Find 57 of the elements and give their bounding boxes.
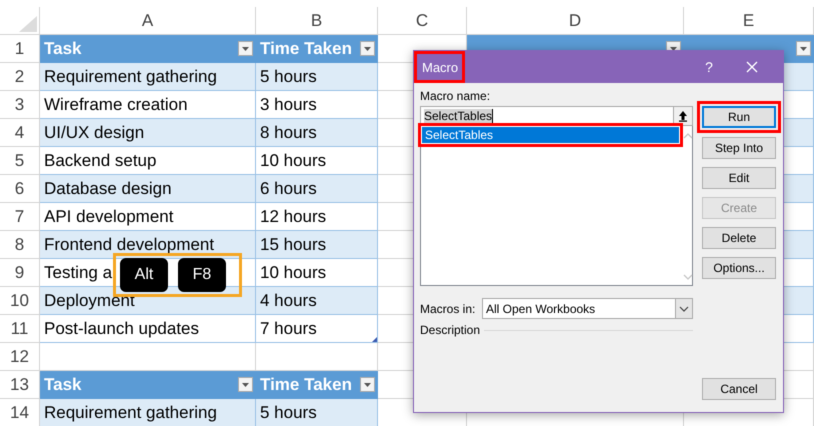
cancel-button[interactable]: Cancel: [702, 378, 776, 400]
cell-text: 3 hours: [260, 96, 317, 114]
scroll-down-icon: [683, 273, 693, 281]
header-label: Task: [44, 40, 82, 58]
cell-text: Database design: [44, 180, 172, 198]
cell-text: Frontend development: [44, 236, 214, 254]
section-label: Description: [420, 323, 480, 337]
column-header[interactable]: E: [684, 7, 814, 35]
cell-text: 8 hours: [260, 124, 317, 142]
column-header[interactable]: B: [256, 7, 378, 35]
move-up-button[interactable]: [673, 106, 693, 126]
cell-text: 10 hours: [260, 152, 326, 170]
header-label: Time Taken: [260, 376, 352, 394]
filter-dropdown-icon[interactable]: [360, 41, 375, 56]
cell-text: 7 hours: [260, 320, 317, 338]
cell-text: 12 hours: [260, 208, 326, 226]
arrow-up-icon: [678, 110, 688, 122]
cell-text: 15 hours: [260, 236, 326, 254]
filter-dropdown-icon[interactable]: [238, 377, 253, 392]
dialog-button[interactable]: Edit: [702, 167, 776, 189]
keycap: Alt: [120, 258, 168, 292]
cell-text: 5 hours: [260, 404, 317, 422]
cell-text: UI/UX design: [44, 124, 144, 142]
cell-text: 5 hours: [260, 68, 317, 86]
scroll-up-icon: [683, 132, 693, 140]
dialog-button[interactable]: Delete: [702, 227, 776, 249]
header-label: Time Taken: [260, 40, 352, 58]
cell-text: 4 hours: [260, 292, 317, 310]
filter-dropdown-icon[interactable]: [360, 377, 375, 392]
field-label: Macro name:: [420, 89, 492, 103]
chevron-down-icon: [679, 306, 689, 312]
dialog-title: Macro: [422, 60, 458, 74]
dialog-button[interactable]: Options...: [702, 257, 776, 279]
dialog-button[interactable]: Run: [702, 106, 776, 128]
keycap: F8: [178, 258, 226, 292]
cell-text: API development: [44, 208, 174, 226]
cell-text: Testing a: [44, 264, 112, 282]
filter-dropdown-icon[interactable]: [238, 41, 253, 56]
cell-text: Requirement gathering: [44, 404, 217, 422]
cell-text: Backend setup: [44, 152, 156, 170]
cell-text: 6 hours: [260, 180, 317, 198]
cell-text: Requirement gathering: [44, 68, 217, 86]
cell-text: Deployment: [44, 292, 135, 310]
cell-text: Wireframe creation: [44, 96, 188, 114]
list-item[interactable]: SelectTables: [422, 127, 679, 143]
field-label: Macros in:: [420, 302, 476, 316]
close-icon: [746, 61, 758, 73]
help-button[interactable]: ?: [689, 51, 729, 83]
column-header[interactable]: A: [40, 7, 256, 35]
cell-text: Post-launch updates: [44, 320, 199, 338]
column-header[interactable]: C: [378, 7, 467, 35]
header-label: Task: [44, 376, 82, 394]
column-header[interactable]: D: [467, 7, 684, 35]
dialog-button[interactable]: Step Into: [702, 137, 776, 159]
filter-dropdown-icon[interactable]: [796, 41, 811, 56]
cell-text: 10 hours: [260, 264, 326, 282]
dropdown[interactable]: All Open Workbooks: [482, 298, 693, 319]
